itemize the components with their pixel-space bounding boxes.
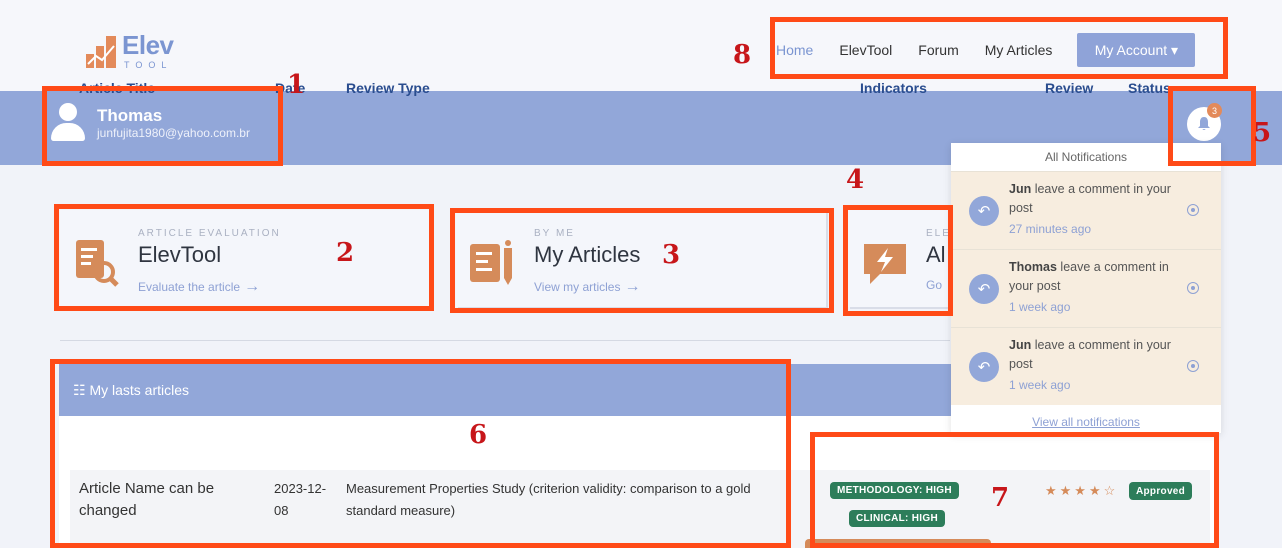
annotation-number-1: 1 (287, 70, 306, 100)
notification-text: Jun leave a comment in your post (1009, 180, 1189, 218)
notification-text: Thomas leave a comment in your post (1009, 258, 1189, 296)
col-review[interactable]: Review (1045, 80, 1093, 96)
brand-logo[interactable]: Elev TOOL (84, 30, 194, 70)
notifications-dropdown: All Notifications ↶ Jun leave a comment … (951, 143, 1221, 433)
annotation-number-6: 6 (469, 420, 488, 450)
notification-time: 1 week ago (1009, 378, 1071, 392)
annotation-number-2: 2 (336, 238, 355, 268)
notification-author: Thomas (1009, 260, 1057, 274)
annotation-number-3: 3 (662, 240, 681, 270)
logo-chart-icon (86, 36, 116, 68)
notification-message: leave a comment in your post (1009, 182, 1171, 215)
notification-author: Jun (1009, 182, 1032, 196)
annotation-number-4: 4 (846, 165, 865, 195)
col-status[interactable]: Status (1128, 80, 1171, 96)
annotation-box-1 (42, 86, 283, 166)
notification-author: Jun (1009, 338, 1032, 352)
notification-time: 27 minutes ago (1009, 222, 1092, 236)
notification-item[interactable]: ↶ Thomas leave a comment in your post 1 … (951, 249, 1221, 327)
annotation-box-5 (1168, 86, 1256, 166)
divider (60, 340, 950, 341)
notification-text: Jun leave a comment in your post (1009, 336, 1189, 374)
annotation-box-3 (450, 208, 834, 313)
notification-time: 1 week ago (1009, 300, 1071, 314)
unread-dot-icon[interactable] (1187, 360, 1199, 372)
annotation-box-2 (54, 204, 434, 311)
col-indicators[interactable]: Indicators (860, 80, 927, 96)
view-all-notifications-link[interactable]: View all notifications (951, 415, 1221, 429)
annotation-box-4 (843, 205, 953, 316)
notification-item[interactable]: ↶ Jun leave a comment in your post 27 mi… (951, 171, 1221, 249)
brand-name: Elev (122, 30, 174, 60)
annotation-box-6 (50, 359, 791, 548)
unread-dot-icon[interactable] (1187, 204, 1199, 216)
reply-icon: ↶ (969, 274, 999, 304)
annotation-box-8 (770, 17, 1228, 79)
brand-sub: TOOL (124, 60, 173, 70)
annotation-number-8: 8 (733, 40, 752, 70)
reply-icon: ↶ (969, 196, 999, 226)
notification-message: leave a comment in your post (1009, 338, 1171, 371)
col-review-type[interactable]: Review Type (346, 80, 430, 96)
annotation-box-7 (810, 432, 1219, 548)
unread-dot-icon[interactable] (1187, 282, 1199, 294)
notification-item[interactable]: ↶ Jun leave a comment in your post 1 wee… (951, 327, 1221, 405)
annotation-number-5: 5 (1253, 118, 1272, 148)
annotation-number-7: 7 (991, 483, 1010, 513)
reply-icon: ↶ (969, 352, 999, 382)
